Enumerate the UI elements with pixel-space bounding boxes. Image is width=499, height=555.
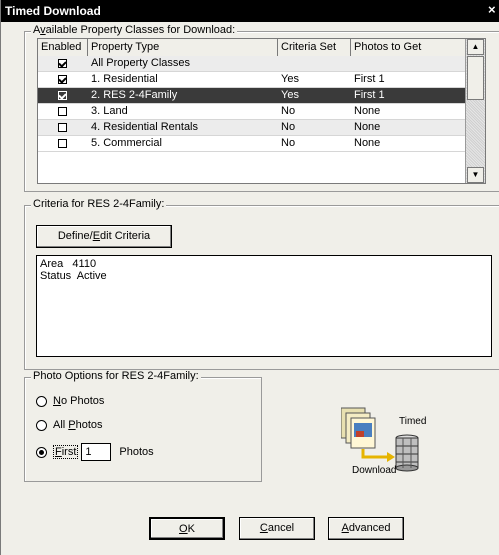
photo-options-legend: Photo Options for RES 2-4Family: — [31, 370, 201, 382]
radio-all-photos[interactable]: All Photos — [36, 419, 103, 431]
enabled-cell — [38, 88, 88, 103]
criteria-legend: Criteria for RES 2-4Family: — [31, 198, 167, 210]
triangle-up-icon: ▲ — [471, 42, 480, 51]
photos-to-get-cell — [351, 56, 466, 71]
property-type-cell: 1. Residential — [91, 73, 158, 85]
timed-download-dialog: Timed Download × Available Property Clas… — [0, 0, 499, 555]
table-row[interactable]: 3. Land No None — [38, 104, 466, 120]
enabled-checkbox[interactable] — [58, 91, 67, 100]
table-row[interactable]: 2. RES 2-4Family Yes First 1 — [38, 88, 466, 104]
table-row[interactable]: All Property Classes — [38, 56, 466, 72]
criteria-set-cell: No — [281, 105, 296, 117]
photos-to-get-cell: First 1 — [354, 89, 385, 101]
enabled-checkbox[interactable] — [58, 139, 67, 148]
photos-to-get-cell: None — [354, 105, 381, 117]
list-rows: All Property Classes 1. Residential Yes Fir… — [38, 56, 466, 152]
illustration-label-timed: Timed — [399, 416, 427, 427]
photos-suffix-label: Photos — [119, 446, 154, 458]
list-scrollbar[interactable]: ▲ ▼ — [465, 39, 485, 183]
radio-first-label: First — [53, 445, 79, 459]
enabled-cell — [38, 72, 88, 87]
ok-button[interactable]: OK — [149, 517, 225, 540]
illustration-label-download: Download — [352, 465, 397, 476]
property-type-cell: All Property Classes — [91, 57, 191, 69]
property-type-cell: 3. Land — [91, 105, 128, 117]
criteria-set-cell: No — [281, 121, 296, 133]
criteria-set-cell: Yes — [281, 73, 299, 85]
criteria-set-cell: No — [281, 137, 296, 149]
enabled-checkbox[interactable] — [58, 123, 67, 132]
property-type-cell: 2. RES 2-4Family — [91, 89, 178, 101]
radio-no-photos-label: No Photos — [53, 395, 105, 407]
column-header-property-type[interactable]: Property Type — [88, 39, 278, 56]
radio-no-photos-dot[interactable] — [36, 395, 47, 407]
radio-all-photos-label: All Photos — [53, 419, 103, 431]
enabled-cell — [38, 104, 88, 119]
table-row[interactable]: 5. Commercial No None — [38, 136, 466, 152]
column-header-enabled[interactable]: Enabled — [38, 39, 88, 56]
column-header-photos-to-get[interactable]: Photos to Get — [351, 39, 466, 56]
define-edit-criteria-button[interactable]: Define/Edit Criteria — [36, 225, 172, 248]
available-classes-legend: Available Property Classes for Download: — [31, 24, 238, 36]
property-type-cell: 4. Residential Rentals — [91, 121, 199, 133]
advanced-button[interactable]: Advanced — [328, 517, 404, 540]
enabled-cell — [38, 56, 88, 71]
enabled-cell — [38, 136, 88, 151]
list-header: Enabled Property Type Criteria Set Photo… — [38, 39, 466, 57]
timed-download-illustration: Timed Download — [340, 405, 441, 480]
enabled-checkbox[interactable] — [58, 59, 67, 68]
enabled-checkbox[interactable] — [58, 75, 67, 84]
criteria-text-area[interactable]: Area 4110 Status Active — [36, 255, 492, 357]
scroll-down-button[interactable]: ▼ — [467, 167, 484, 183]
column-header-criteria-set[interactable]: Criteria Set — [278, 39, 351, 56]
title-bar[interactable]: Timed Download × — [1, 0, 499, 22]
criteria-set-cell — [278, 56, 351, 71]
radio-first-photos[interactable]: First 1 Photos — [36, 443, 154, 461]
window-title: Timed Download — [5, 4, 101, 18]
photos-to-get-cell: None — [354, 137, 381, 149]
radio-no-photos[interactable]: No Photos — [36, 395, 104, 407]
enabled-cell — [38, 120, 88, 135]
scroll-thumb[interactable] — [467, 56, 484, 100]
scroll-up-button[interactable]: ▲ — [467, 39, 484, 55]
table-row[interactable]: 4. Residential Rentals No None — [38, 120, 466, 136]
cancel-button[interactable]: Cancel — [239, 517, 315, 540]
property-type-cell: 5. Commercial — [91, 137, 162, 149]
criteria-set-cell: Yes — [281, 89, 299, 101]
photos-to-get-cell: First 1 — [354, 73, 385, 85]
radio-all-photos-dot[interactable] — [36, 419, 47, 431]
table-row[interactable]: 1. Residential Yes First 1 — [38, 72, 466, 88]
first-photo-count-input[interactable]: 1 — [81, 443, 112, 461]
photos-to-get-cell: None — [354, 121, 381, 133]
radio-first-photos-dot[interactable] — [36, 446, 47, 458]
property-class-list[interactable]: Enabled Property Type Criteria Set Photo… — [37, 38, 486, 184]
triangle-down-icon: ▼ — [471, 170, 480, 179]
close-icon[interactable]: × — [488, 3, 498, 17]
enabled-checkbox[interactable] — [58, 107, 67, 116]
